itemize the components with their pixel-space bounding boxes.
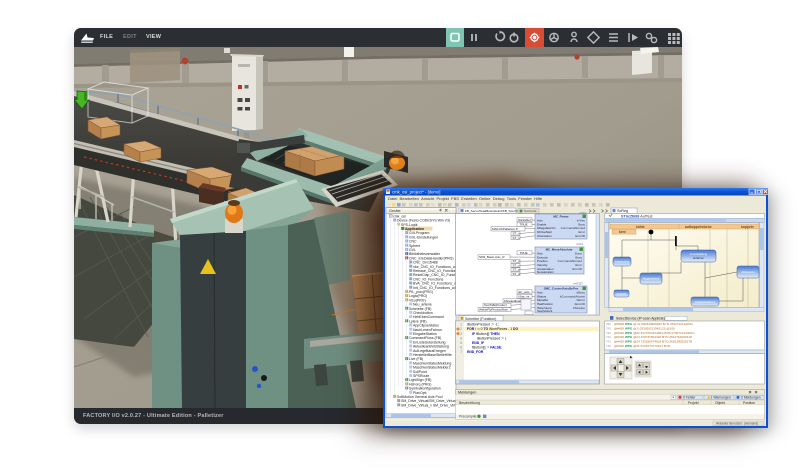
svg-text:Beschreibung: Beschreibung <box>459 401 480 405</box>
svg-text:SoReg: SoReg <box>617 209 628 213</box>
svg-text:aufkoppelnrüche: aufkoppelnrüche <box>685 225 712 229</box>
svg-text:n=0327: n=0327 <box>573 281 583 285</box>
svg-text:SticksRef: SticksRef <box>518 218 531 222</box>
svg-text:iButtonPressed := -1;: iButtonPressed := -1; <box>467 323 499 327</box>
svg-text:IF fButton[i] THEN: IF fButton[i] THEN <box>472 332 500 336</box>
svg-text:Objekt: Objekt <box>715 401 725 405</box>
svg-text:Schreibe (Funktion): Schreibe (Funktion) <box>465 317 496 321</box>
svg-text:n=04: n=04 <box>576 242 583 246</box>
svg-text:STIn15698 AufTest: STIn15698 AufTest <box>621 214 653 218</box>
svg-text:WeldeFlyProductNum: WeldeFlyProductNum <box>479 308 509 312</box>
svg-text:Geräte: Geräte <box>389 209 401 213</box>
svg-text:SM3_Basic.Axis_R: SM3_Basic.Axis_R <box>479 255 505 259</box>
svg-text:cmk_osi_project* - [demo]: cmk_osi_project* - [demo] <box>392 189 440 194</box>
svg-text:MAIN.fbPalletizer.P: MAIN.fbPalletizer.P <box>492 227 518 231</box>
svg-text:Precompile:: Precompile: <box>459 415 478 419</box>
svg-text:SvcCode: SvcCode <box>524 209 537 213</box>
svg-text:3: 3 <box>460 332 462 336</box>
svg-text:koppeln: koppeln <box>741 225 754 229</box>
svg-text:ST_s: ST_s <box>513 236 521 240</box>
svg-text:6: 6 <box>460 346 462 350</box>
svg-text:Aufgabebestrom: Aufgabebestrom <box>695 300 716 304</box>
svg-text:END_FOR: END_FOR <box>467 350 484 354</box>
svg-text:1 Warnungen: 1 Warnungen <box>711 396 731 400</box>
svg-text:Aktueller Benutzer: (niemand): Aktueller Benutzer: (niemand) <box>716 422 758 426</box>
svg-text:750: 750 <box>606 322 611 326</box>
svg-text:fGapVelocit: fGapVelocit <box>537 309 553 313</box>
svg-text:iStat_int: iStat_int <box>519 294 530 298</box>
svg-text:END_IF: END_IF <box>472 341 484 345</box>
svg-text:FOR i := 0 TO iNumPieces - 1 D: FOR i := 0 TO iNumPieces - 1 DO <box>467 327 518 331</box>
svg-text:Projekt: Projekt <box>688 401 699 405</box>
svg-text:4: 4 <box>460 336 462 340</box>
svg-text:5: 5 <box>460 341 462 345</box>
svg-text:anfahren: anfahren <box>693 256 704 260</box>
svg-text:Abkoppeln: Abkoppeln <box>741 270 755 274</box>
svg-text:Datei Bearbeiten Ansicht Pr: Datei Bearbeiten Ansicht Projekt FBS Ers… <box>388 196 543 201</box>
svg-text:@#440 WPG @41.070107377010T BY: @#440 WPG @41.070107377010T BYD <box>614 344 671 348</box>
svg-text:Abgabebereit: Abgabebereit <box>643 277 660 281</box>
svg-text:Deceleration: Deceleration <box>537 270 554 274</box>
svg-text:Meldungen: Meldungen <box>458 391 476 395</box>
svg-text:740: 740 <box>606 344 611 348</box>
svg-text:Err_axis: Err_axis <box>519 290 531 294</box>
svg-text:ErrorID: ErrorID <box>572 267 583 271</box>
svg-text:742: 742 <box>606 335 611 339</box>
svg-text:0 Fehler: 0 Fehler <box>683 396 696 400</box>
svg-text:Position: Position <box>743 401 755 405</box>
svg-text:TRUE: TRUE <box>520 251 528 255</box>
svg-text:@#410 WPG @22.317070412400w BY: @#410 WPG @22.317070412400w BYB.27407121… <box>614 331 695 335</box>
svg-text:@#500 WPG @:11.530334669932 BY: @#500 WPG @:11.530334669932 BYD.37627121… <box>614 322 694 326</box>
svg-text:743: 743 <box>606 326 611 330</box>
svg-text:1: 1 <box>460 323 462 327</box>
svg-text:MC_MoveAbsolute: MC_MoveAbsolute <box>546 247 573 251</box>
svg-text:SelectDevice (IP-scan Appliste: SelectDevice (IP-scan Appliste) <box>616 317 665 321</box>
svg-text:TRUE: TRUE <box>520 222 528 226</box>
svg-text:741: 741 <box>606 340 611 344</box>
svg-text:7: 7 <box>460 350 462 354</box>
svg-text:iButtonPressed := i;: iButtonPressed := i; <box>477 336 507 340</box>
svg-text:Ausfahr: Ausfahr <box>617 292 627 296</box>
svg-text:@#450 WPG @:5.02309321194312S: @#450 WPG @:5.02309321194312S @100 <box>614 326 675 330</box>
svg-text:kühle: kühle <box>636 225 645 229</box>
svg-text:@#420 WPG @24.370737001340 BYD: @#420 WPG @24.370737001340 BYD.391276109… <box>614 335 692 339</box>
svg-text:2: 2 <box>460 327 462 331</box>
svg-text:0 Meldungen: 0 Meldungen <box>741 396 761 400</box>
svg-text:ST_d: ST_d <box>513 272 521 276</box>
svg-text:ErrorID: ErrorID <box>575 234 586 238</box>
svg-text:SM_Drive_Virtual_x SM_Drive_Vi: SM_Drive_Virtual_x SM_Drive_Virtu <box>401 403 457 407</box>
svg-text:Orientation: Orientation <box>537 234 552 238</box>
svg-text:fButton[i] := FALSE;: fButton[i] := FALSE; <box>472 346 502 350</box>
svg-text:@#430 WPG @24.730256974603 BYD: @#430 WPG @24.730256974603 BYD.365339093… <box>614 340 692 344</box>
svg-text:TestToBoProduct: TestToBoProduct <box>484 303 507 307</box>
svg-text:SMC_ControlAxisByPos: SMC_ControlAxisByPos <box>544 286 579 290</box>
svg-text:Aufprozess: Aufprozess <box>615 260 630 264</box>
svg-text:746: 746 <box>606 331 611 335</box>
svg-text:MC_Power: MC_Power <box>553 214 569 218</box>
svg-text:FB_ServoHeadBewinkeln2/FB_Spur: FB_ServoHeadBewinkeln2/FB_SpurToBilP <box>465 209 524 213</box>
svg-text:kere: kere <box>619 230 626 234</box>
svg-text:bStopIpo: bStopIpo <box>573 306 585 310</box>
